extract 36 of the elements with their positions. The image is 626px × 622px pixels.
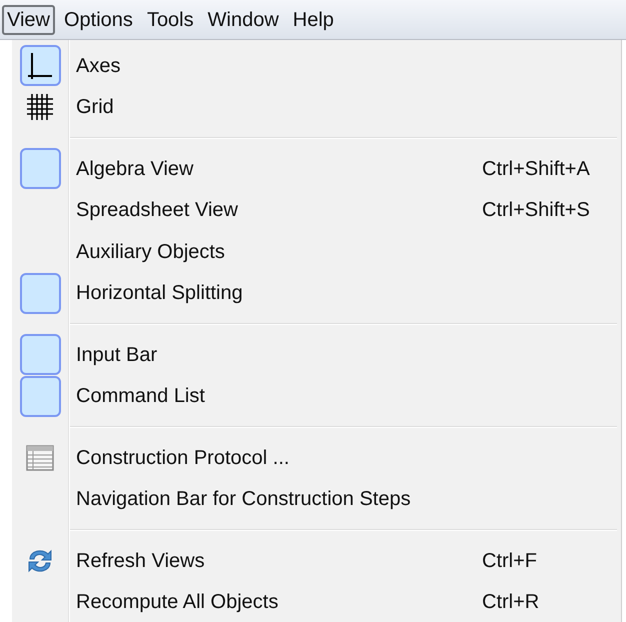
shortcut-label: Ctrl+Shift+S [482,198,590,224]
menu-item[interactable]: Horizontal Splitting [12,272,621,314]
menu-item[interactable]: Construction Protocol ... [12,437,621,478]
menu-item-label: Axes [76,54,120,79]
grid-icon [26,93,54,122]
shortcut-label: Ctrl+R [482,590,540,616]
menu-item[interactable]: Algebra View Ctrl+Shift+A [12,148,621,190]
menu-item[interactable]: Navigation Bar for Construction Steps [12,478,621,520]
axes-icon [27,52,53,80]
menu-item[interactable]: Grid [12,86,621,128]
menu-item-label: Input Bar [76,342,158,368]
menu-item-label: Auxiliary Objects [76,240,225,265]
menu-item-label: Algebra View [76,156,194,182]
menu-item-label: Recompute All Objects [76,590,278,616]
menu-item[interactable]: Axes [12,45,621,86]
menu-item[interactable]: Auxiliary Objects [12,231,621,272]
menu-bar-item[interactable]: Window [202,4,284,34]
menu-bar-item[interactable]: Tools [142,4,199,34]
menu-item-label: Construction Protocol ... [76,446,290,471]
menu-item-label: Spreadsheet View [76,198,238,224]
shortcut-label: Ctrl+Shift+A [482,156,590,182]
shortcut-label: Ctrl+F [482,548,537,574]
menu-item-label: Horizontal Splitting [76,281,243,306]
menu-item[interactable]: Command List [12,376,621,417]
menu-bar-item[interactable]: Help [288,4,339,34]
menu-item-label: Grid [76,95,114,120]
menu-item[interactable]: Input Bar [12,334,621,376]
menu-item-label: Command List [76,384,205,410]
menu-item[interactable]: Refresh Views Ctrl+F [12,540,621,582]
menu-item-label: Refresh Views [76,548,205,574]
menu-item[interactable]: Recompute All Objects Ctrl+R [12,582,621,622]
menu-item-label: Navigation Bar for Construction Steps [76,487,411,512]
menu-bar-item[interactable]: Options [59,4,138,34]
table-icon [26,444,54,471]
menu-bar-item[interactable]: View [2,4,55,34]
menu-item[interactable]: Spreadsheet View Ctrl+Shift+S [12,190,621,231]
